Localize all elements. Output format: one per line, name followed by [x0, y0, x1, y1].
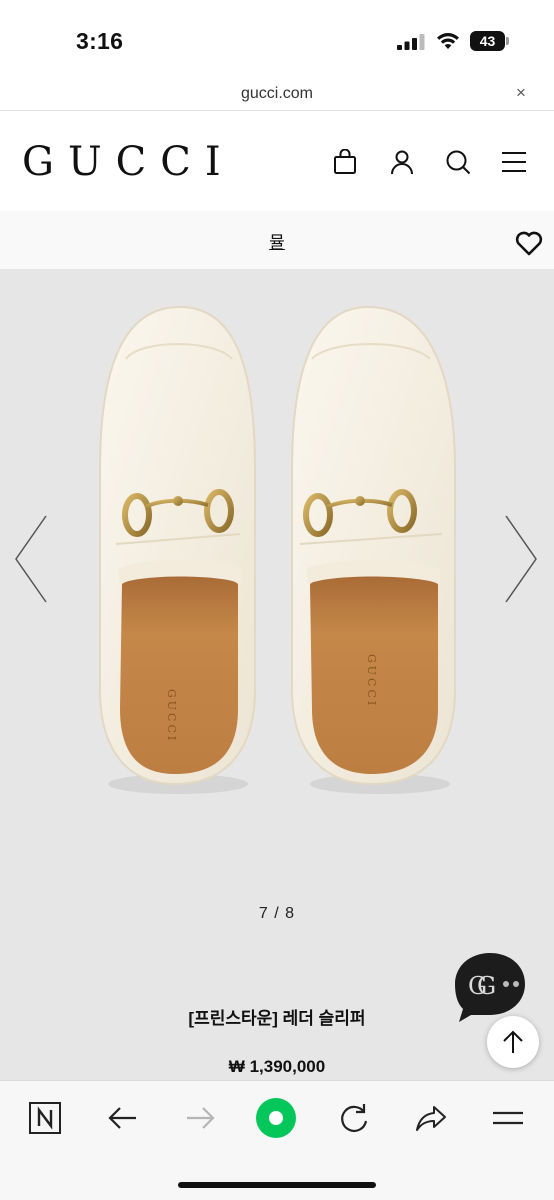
right-slipper: GUCCI: [291, 305, 456, 786]
forward-icon[interactable]: [183, 1101, 217, 1135]
status-bar: 3:16 43: [0, 0, 554, 80]
green-dot-icon[interactable]: [255, 1097, 297, 1139]
category-bar: 뮬: [0, 211, 554, 269]
close-icon[interactable]: ×: [516, 83, 526, 103]
left-slipper: GUCCI: [99, 305, 256, 786]
svg-text:GUCCI: GUCCI: [165, 689, 178, 743]
site-header: GUCCI: [0, 111, 554, 211]
status-time: 3:16: [76, 28, 124, 54]
home-indicator: [178, 1182, 376, 1188]
gucci-logo[interactable]: GUCCI: [22, 139, 235, 185]
shopping-bag-icon[interactable]: [332, 149, 358, 175]
product-image[interactable]: GUCCI GUCCI: [0, 269, 554, 869]
svg-text:G: G: [477, 972, 496, 1000]
chevron-left-icon[interactable]: [12, 514, 52, 604]
svg-text:GUCCI: GUCCI: [365, 654, 378, 708]
naver-n-icon[interactable]: [28, 1101, 62, 1135]
wifi-icon: [437, 33, 459, 49]
battery-level: 43: [470, 31, 505, 51]
menu-lines-icon[interactable]: [491, 1101, 525, 1135]
battery-icon: 43: [470, 31, 510, 51]
url-text[interactable]: gucci.com: [0, 85, 554, 103]
category-title[interactable]: 뮬: [0, 228, 554, 253]
signal-icon: [397, 34, 425, 50]
refresh-icon[interactable]: [337, 1101, 371, 1135]
arrow-up-icon: [503, 1030, 523, 1053]
gg-chat-icon[interactable]: G G: [453, 951, 527, 1023]
chevron-right-icon[interactable]: [500, 514, 540, 604]
account-icon[interactable]: [389, 149, 415, 175]
search-icon[interactable]: [445, 149, 471, 175]
back-icon[interactable]: [106, 1101, 140, 1135]
browser-url-bar[interactable]: gucci.com ×: [0, 80, 554, 111]
menu-icon[interactable]: [501, 149, 527, 175]
share-icon[interactable]: [414, 1101, 448, 1135]
product-price: ₩ 1,390,000: [228, 1057, 326, 1076]
battery-tip: [506, 37, 509, 45]
scroll-top-button[interactable]: [487, 1016, 539, 1068]
product-gallery[interactable]: GUCCI GUCCI 7 / 8: [0, 269, 554, 949]
browser-toolbar: [0, 1080, 554, 1200]
heart-icon[interactable]: [515, 230, 543, 256]
image-counter: 7 / 8: [258, 905, 296, 922]
